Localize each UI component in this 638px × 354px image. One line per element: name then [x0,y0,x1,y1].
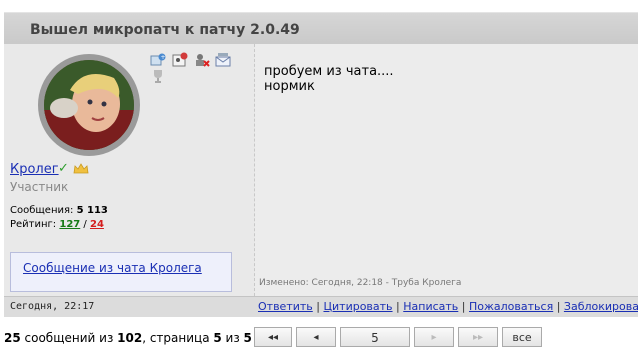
write-link[interactable]: Написать [403,300,458,313]
profile-card-icon[interactable] [172,52,188,68]
rating-label: Рейтинг: [10,219,57,230]
page-count: 5 [243,331,252,345]
avatar-frame [38,54,140,156]
message-line: пробуем из чата.... [264,64,394,79]
quote-link[interactable]: Цитировать [323,300,392,313]
block-link[interactable]: Заблокировать [564,300,638,313]
summary-text: сообщений из [20,331,118,345]
chat-message-link[interactable]: Сообщение из чата Кролега [23,261,202,275]
forum-post: Вышел микропатч к патчу 2.0.49 + Кролег … [0,6,638,317]
pagination-summary: 25 сообщений из 102, страница 5 из 5 [4,331,252,345]
report-link[interactable]: Пожаловаться [469,300,553,313]
post-actions: Ответить | Цитировать | Написать | Пожал… [258,300,638,313]
post-body: + Кролег ✓ Участник Сообщения: 5 113 Рей… [4,44,638,296]
avatar-photo [44,60,134,150]
prev-page-button[interactable]: ◂ [296,327,336,347]
rating-separator: / [83,219,87,230]
messages-count: 5 113 [76,205,108,216]
ignore-user-icon[interactable] [194,52,210,68]
next-page-button[interactable]: ▸ [414,327,454,347]
rating-negative-link[interactable]: 24 [90,219,104,230]
author-role: Участник [10,180,69,194]
post-date: Сегодня, 22:17 [10,301,95,312]
chat-message-box: Сообщение из чата Кролега [10,252,232,292]
last-page-button[interactable]: ▸▸ [458,327,498,347]
total-count: 102 [117,331,143,345]
first-page-button[interactable]: ◂◂ [254,327,292,347]
messages-stat: Сообщения: 5 113 [10,204,108,218]
reply-link[interactable]: Ответить [258,300,313,313]
crown-icon [73,163,89,178]
message-line: нормик [264,79,315,94]
current-page: 5 [213,331,222,345]
add-to-favorites-icon[interactable]: + [150,52,166,68]
trophy-icon[interactable] [150,68,166,84]
author-panel: + Кролег ✓ Участник Сообщения: 5 113 Рей… [4,44,255,296]
summary-text: из [221,331,244,345]
author-name-link[interactable]: Кролег [10,162,59,177]
message-panel: пробуем из чата.... нормик Изменено: Сег… [256,44,638,296]
rating-stat: Рейтинг: 127 / 24 [10,218,108,232]
rating-positive-link[interactable]: 127 [59,219,80,230]
message-text: пробуем из чата.... нормик [264,64,394,94]
svg-text:+: + [161,54,166,61]
author-stats: Сообщения: 5 113 Рейтинг: 127 / 24 [10,204,108,232]
summary-text: , страница [142,331,214,345]
post-footer: Сегодня, 22:17 Ответить | Цитировать | Н… [4,296,638,317]
author-toolbar: + [150,52,254,83]
show-all-button[interactable]: все [502,327,542,347]
avatar[interactable] [44,60,134,150]
send-message-icon[interactable] [215,52,231,68]
verified-check-icon: ✓ [58,161,69,176]
messages-label: Сообщения: [10,205,74,216]
shown-count: 25 [4,331,21,345]
edited-note: Изменено: Сегодня, 22:18 - Труба Кролега [259,278,462,288]
pagination: 25 сообщений из 102, страница 5 из 5 ◂◂ … [0,327,638,349]
page-number-input[interactable]: 5 [340,327,410,347]
post-title: Вышел микропатч к патчу 2.0.49 [30,22,300,38]
post-header: Вышел микропатч к патчу 2.0.49 [4,12,638,45]
